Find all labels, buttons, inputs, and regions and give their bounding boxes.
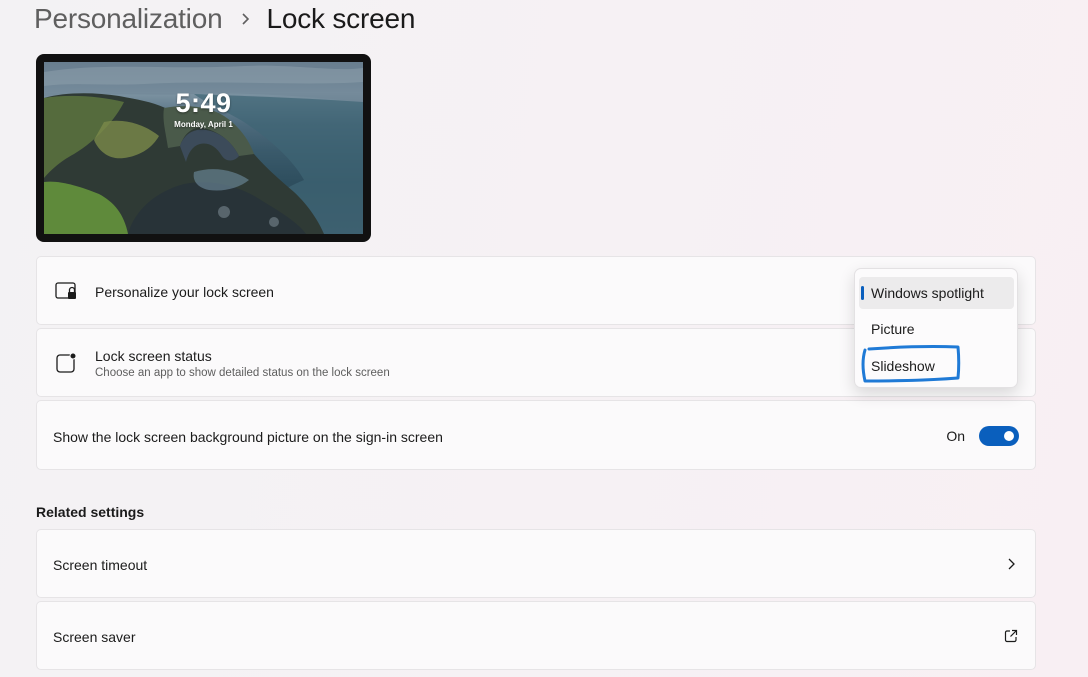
toggle-state-label: On: [946, 428, 965, 444]
chevron-right-icon: [1005, 557, 1017, 571]
preview-background-image: 5:49 Monday, April 1: [44, 62, 363, 234]
screen-saver-row[interactable]: Screen saver: [36, 601, 1036, 670]
signin-background-row: Show the lock screen background picture …: [36, 400, 1036, 470]
dropdown-option-picture[interactable]: Picture: [859, 313, 1014, 345]
lock-screen-icon: [54, 279, 78, 303]
toggle-knob: [1004, 431, 1014, 441]
lock-screen-status-description: Choose an app to show detailed status on…: [95, 367, 390, 379]
personalize-lock-screen-label: Personalize your lock screen: [95, 284, 274, 300]
signin-background-label: Show the lock screen background picture …: [53, 429, 443, 445]
option-label: Windows spotlight: [871, 285, 984, 301]
lock-screen-preview: 5:49 Monday, April 1: [36, 54, 371, 242]
preview-clock: 5:49: [175, 88, 232, 118]
preview-date: Monday, April 1: [174, 120, 233, 129]
breadcrumb-parent[interactable]: Personalization: [34, 3, 223, 35]
related-settings-heading: Related settings: [36, 504, 145, 520]
external-link-icon: [1003, 628, 1019, 644]
chevron-right-icon: [240, 12, 252, 26]
dropdown-option-windows-spotlight[interactable]: Windows spotlight: [859, 277, 1014, 309]
screen-timeout-label: Screen timeout: [53, 557, 148, 573]
screen-timeout-row[interactable]: Screen timeout: [36, 529, 1036, 598]
screen-saver-label: Screen saver: [53, 629, 136, 645]
lock-screen-status-label: Lock screen status: [95, 348, 212, 364]
option-label: Picture: [871, 321, 915, 337]
annotation-highlight: [861, 345, 961, 383]
status-app-icon: [54, 351, 78, 375]
signin-background-toggle[interactable]: [979, 426, 1019, 446]
page-title: Lock screen: [266, 3, 416, 34]
selected-indicator: [861, 286, 864, 300]
breadcrumb: Personalization Lock screen: [34, 2, 415, 36]
